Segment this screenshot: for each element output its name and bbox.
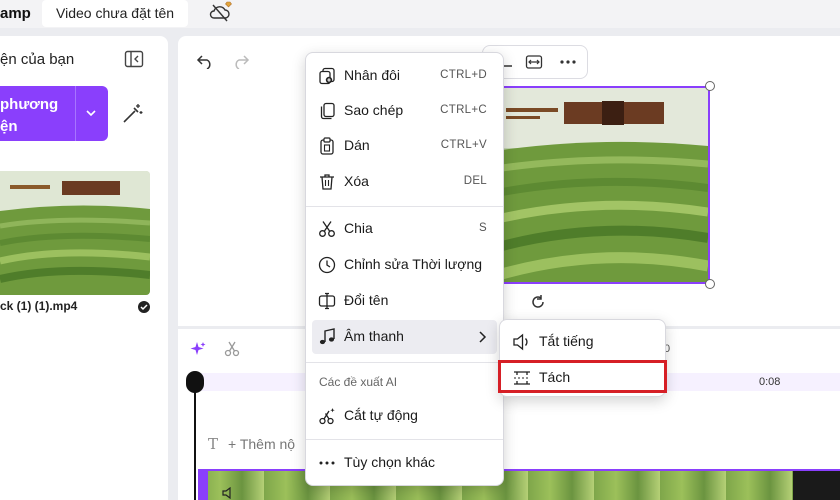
- media-thumbnail[interactable]: [0, 171, 150, 295]
- music-note-icon: [318, 328, 336, 346]
- ai-section-label: Các đề xuất AI: [319, 375, 398, 389]
- redo-icon[interactable]: [232, 53, 250, 69]
- menu-divider: [306, 439, 503, 440]
- menu-item-label: Tùy chọn khác: [344, 454, 436, 470]
- menu-item-duplicate[interactable]: Nhân đôi CTRL+D: [312, 59, 497, 93]
- check-circle-icon: [138, 301, 150, 313]
- menu-divider: [306, 362, 503, 363]
- clip-trim-handle[interactable]: [198, 469, 208, 500]
- mute-icon: [512, 333, 532, 351]
- menu-item-auto-cut[interactable]: Cắt tự động: [312, 399, 497, 433]
- highlight-annotation: [498, 360, 667, 393]
- resize-handle[interactable]: [705, 81, 715, 91]
- duplicate-icon: [318, 67, 336, 85]
- menu-item-rename[interactable]: Đổi tên: [312, 284, 497, 318]
- rename-icon: [318, 292, 336, 310]
- chevron-right-icon: [477, 330, 487, 344]
- menu-item-label: Âm thanh: [344, 328, 404, 344]
- menu-item-shortcut: DEL: [463, 175, 487, 187]
- menu-item-label: Cắt tự động: [344, 407, 418, 423]
- scissors-icon[interactable]: [224, 341, 240, 357]
- menu-item-label: Chia: [344, 220, 373, 236]
- paste-icon: [318, 137, 336, 155]
- button-divider: [75, 86, 76, 141]
- more-icon: [318, 454, 336, 472]
- menu-item-label: Nhân đôi: [344, 67, 401, 83]
- more-options-icon[interactable]: [559, 54, 577, 70]
- menu-item-label: Dán: [344, 137, 370, 153]
- menu-item-edit-duration[interactable]: Chỉnh sửa Thời lượng: [312, 248, 497, 282]
- preview-canvas: [178, 36, 840, 326]
- video-track-clip[interactable]: [198, 469, 840, 500]
- fit-icon[interactable]: [525, 54, 543, 70]
- timeline-time-label: 0:08: [759, 376, 781, 388]
- menu-item-label: Đổi tên: [344, 292, 389, 308]
- resize-handle[interactable]: [705, 279, 715, 289]
- playhead-line[interactable]: [194, 389, 196, 500]
- top-bar: amp Video chưa đặt tên: [0, 0, 840, 28]
- copy-icon: [318, 102, 336, 120]
- add-text-track[interactable]: T + Thêm nộ: [208, 435, 295, 453]
- video-title-field[interactable]: Video chưa đặt tên: [42, 0, 189, 27]
- add-text-label: + Thêm nộ: [228, 436, 296, 452]
- chevron-down-icon[interactable]: [84, 106, 98, 120]
- menu-item-audio[interactable]: Âm thanh: [312, 320, 497, 354]
- submenu-item-label: Tắt tiếng: [539, 333, 594, 349]
- menu-item-shortcut: CTRL+C: [440, 104, 487, 116]
- menu-item-copy[interactable]: Sao chép CTRL+C: [312, 94, 497, 128]
- sparkle-icon[interactable]: [190, 341, 206, 357]
- app-name: amp: [0, 5, 31, 22]
- menu-item-label: Xóa: [344, 173, 369, 189]
- undo-icon[interactable]: [196, 53, 214, 69]
- rotate-icon[interactable]: [530, 294, 546, 310]
- import-media-button[interactable]: phương ện: [0, 86, 108, 141]
- panel-title: ện của bạn: [0, 51, 75, 68]
- media-panel: ện của bạn phương ện ck (1) (1).mp4: [0, 36, 168, 500]
- scissors-icon: [318, 220, 336, 238]
- menu-item-more-options[interactable]: Tùy chọn khác: [312, 446, 497, 480]
- menu-item-paste[interactable]: Dán CTRL+V: [312, 129, 497, 163]
- magic-wand-icon[interactable]: [120, 102, 144, 126]
- speaker-icon: [222, 487, 236, 499]
- submenu-item-mute[interactable]: Tắt tiếng: [506, 325, 661, 359]
- clip-filename: ck (1) (1).mp4: [0, 299, 78, 313]
- menu-item-shortcut: CTRL+V: [440, 139, 487, 151]
- magic-scissors-icon: [318, 407, 336, 425]
- menu-item-split[interactable]: Chia S: [312, 212, 497, 246]
- cloud-off-icon[interactable]: [208, 1, 234, 25]
- video-preview[interactable]: [500, 86, 710, 284]
- menu-item-shortcut: CTRL+D: [440, 69, 487, 81]
- import-media-label: phương ện: [0, 96, 59, 135]
- text-track-icon: T: [208, 435, 219, 453]
- trash-icon: [318, 173, 336, 191]
- menu-item-label: Sao chép: [344, 102, 404, 118]
- collapse-panel-icon[interactable]: [124, 50, 144, 68]
- clock-icon: [318, 256, 336, 274]
- menu-item-label: Chỉnh sửa Thời lượng: [344, 256, 483, 272]
- menu-divider: [306, 206, 503, 207]
- menu-item-shortcut: S: [479, 222, 487, 234]
- context-menu: Nhân đôi CTRL+D Sao chép CTRL+C Dán CTRL…: [305, 52, 504, 486]
- menu-item-delete[interactable]: Xóa DEL: [312, 165, 497, 199]
- video-track-clip[interactable]: [793, 471, 840, 500]
